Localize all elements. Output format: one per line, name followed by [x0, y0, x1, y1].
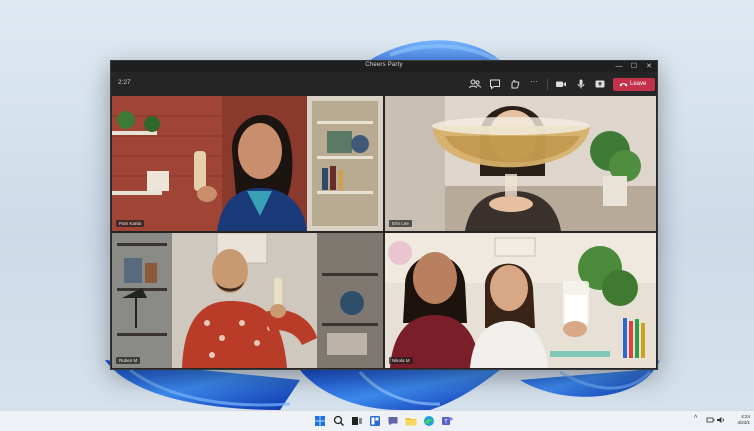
task-view-icon[interactable]: [350, 414, 364, 428]
meeting-toolbar: 2:27 ··· Leave: [111, 72, 657, 96]
title-bar: Cheers Party — ☐ ✕: [111, 61, 657, 72]
chat-icon[interactable]: [488, 77, 502, 91]
edge-icon[interactable]: [422, 414, 436, 428]
participant-name: Nikola M: [389, 357, 413, 364]
taskbar: T ^ 4:24 4/24/1: [0, 410, 754, 431]
leave-button[interactable]: Leave: [613, 78, 655, 91]
camera-icon[interactable]: [554, 77, 568, 91]
maximize-button[interactable]: ☐: [626, 61, 642, 72]
toolbar-divider: [547, 79, 548, 90]
svg-text:T: T: [444, 420, 448, 426]
participant-video: [385, 233, 656, 368]
participant-tile[interactable]: Nikola M: [385, 233, 656, 368]
leave-label: Leave: [630, 81, 647, 87]
react-icon[interactable]: [508, 77, 522, 91]
tray-overflow-chevron[interactable]: ^: [694, 415, 697, 422]
widgets-icon[interactable]: [368, 414, 382, 428]
participant-tile[interactable]: Erin Lee: [385, 96, 656, 231]
participant-video: [112, 96, 383, 231]
more-icon[interactable]: ···: [527, 77, 541, 91]
share-icon[interactable]: [593, 77, 607, 91]
volume-icon[interactable]: [716, 415, 726, 425]
participant-name: Ruben M: [116, 357, 141, 364]
mic-icon[interactable]: [574, 77, 588, 91]
participant-video: [385, 96, 656, 231]
minimize-button[interactable]: —: [611, 61, 627, 72]
system-clock[interactable]: 4:24 4/24/1: [728, 414, 750, 426]
video-grid: Pam Kanla Erin Lee Ruben M Nikola M: [112, 96, 656, 368]
clock-date: 4/24/1: [737, 420, 750, 425]
close-button[interactable]: ✕: [641, 61, 657, 72]
search-icon[interactable]: [332, 414, 346, 428]
participant-name: Erin Lee: [389, 220, 412, 227]
teams-icon[interactable]: T: [440, 414, 454, 428]
network-icon[interactable]: [706, 415, 716, 425]
participant-name: Pam Kanla: [116, 220, 145, 227]
window-title: Cheers Party: [365, 62, 403, 68]
hang-up-icon: [619, 83, 628, 87]
windows-start-icon[interactable]: [313, 414, 327, 428]
file-explorer-icon[interactable]: [404, 414, 418, 428]
participant-tile[interactable]: Ruben M: [112, 233, 383, 368]
people-icon[interactable]: [468, 77, 482, 91]
teams-meeting-window: Cheers Party — ☐ ✕ 2:27 ··· Leave Pam Ka…: [110, 60, 658, 370]
participant-video: [112, 233, 383, 368]
teams-chat-icon[interactable]: [386, 414, 400, 428]
meeting-timer: 2:27: [118, 79, 131, 86]
participant-tile[interactable]: Pam Kanla: [112, 96, 383, 231]
